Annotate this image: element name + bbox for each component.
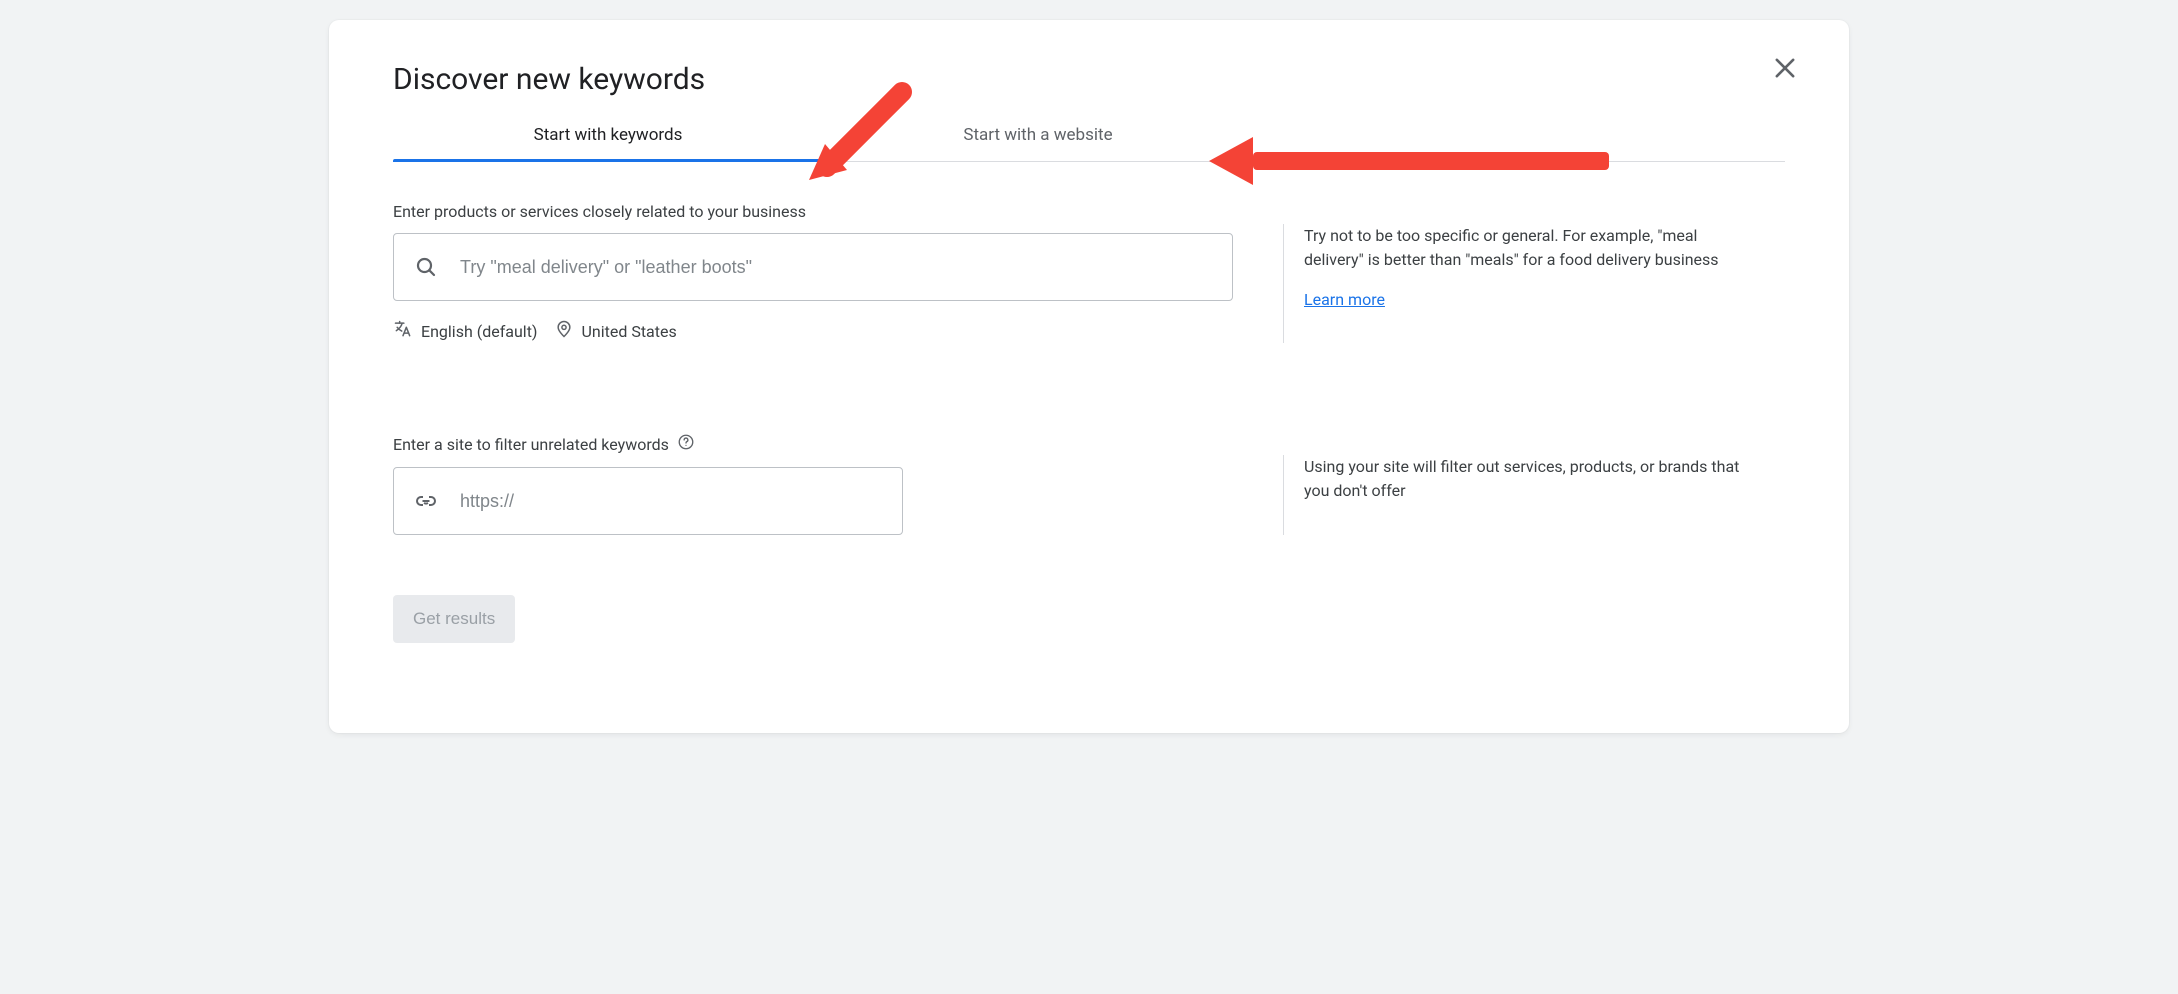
site-label: Enter a site to filter unrelated keyword… <box>393 433 1263 455</box>
dialog-card: Discover new keywords Start with keyword… <box>329 20 1849 733</box>
site-input-container[interactable] <box>393 467 903 535</box>
keywords-section: Enter products or services closely relat… <box>393 202 1785 343</box>
page-title: Discover new keywords <box>393 62 1785 97</box>
keywords-label: Enter products or services closely relat… <box>393 202 1263 221</box>
site-input[interactable] <box>460 491 882 512</box>
search-icon <box>414 255 438 279</box>
tabs: Start with keywords Start with a website <box>393 111 1785 162</box>
link-icon <box>414 489 438 513</box>
site-section: Enter a site to filter unrelated keyword… <box>393 433 1785 535</box>
site-label-text: Enter a site to filter unrelated keyword… <box>393 435 669 454</box>
location-selector[interactable]: United States <box>554 319 677 343</box>
site-tip: Using your site will filter out services… <box>1304 455 1755 503</box>
help-icon[interactable] <box>677 433 695 455</box>
tab-start-with-keywords[interactable]: Start with keywords <box>393 111 823 161</box>
translate-icon <box>393 319 413 343</box>
keywords-input-container[interactable] <box>393 233 1233 301</box>
location-pin-icon <box>554 319 574 343</box>
keywords-input[interactable] <box>460 257 1212 278</box>
tab-start-with-website[interactable]: Start with a website <box>823 111 1253 161</box>
get-results-button[interactable]: Get results <box>393 595 515 643</box>
section-divider <box>1283 455 1284 535</box>
close-icon <box>1771 67 1799 86</box>
location-label: United States <box>582 322 677 341</box>
learn-more-link[interactable]: Learn more <box>1304 288 1385 312</box>
language-selector[interactable]: English (default) <box>393 319 538 343</box>
close-button[interactable] <box>1771 54 1799 86</box>
section-divider <box>1283 224 1284 343</box>
keywords-tip: Try not to be too specific or general. F… <box>1304 224 1755 272</box>
language-label: English (default) <box>421 322 538 341</box>
